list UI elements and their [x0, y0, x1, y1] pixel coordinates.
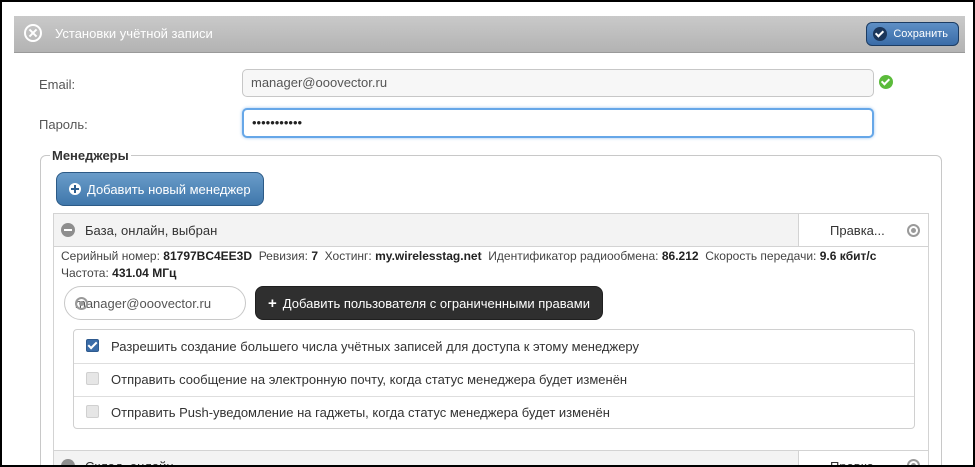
manager-edit-menu[interactable]: Правка... — [798, 451, 928, 467]
password-field[interactable]: ••••••••••• — [242, 108, 874, 138]
valid-check-icon — [879, 75, 893, 89]
hosting-label: Хостинг: — [324, 249, 372, 263]
manager-header[interactable]: База, онлайн, выбран Правка... — [54, 214, 928, 247]
gear-icon[interactable] — [75, 297, 88, 310]
save-button[interactable]: Сохранить — [866, 22, 959, 46]
save-button-label: Сохранить — [893, 28, 948, 40]
check-icon — [873, 27, 888, 41]
edit-label: Правка... — [830, 459, 885, 467]
serial-value: 81797BC4EE3D — [163, 249, 253, 263]
frequency-value: 431.04 МГц — [112, 266, 177, 280]
checkbox[interactable] — [86, 339, 99, 352]
gear-icon[interactable] — [907, 224, 920, 237]
add-manager-button[interactable]: Добавить новый менеджер — [56, 172, 264, 206]
account-settings-dialog: Установки учётной записи Сохранить Email… — [0, 0, 975, 467]
password-label: Пароль: — [39, 117, 88, 132]
manager-edit-menu[interactable]: Правка... — [798, 214, 928, 246]
close-icon[interactable] — [24, 24, 42, 42]
option-row[interactable]: Разрешить создание большего числа учётны… — [74, 330, 914, 364]
radio-id-label: Идентификатор радиообмена: — [488, 249, 659, 263]
email-field[interactable]: manager@ooovector.ru — [242, 69, 874, 97]
collapse-icon[interactable] — [61, 223, 75, 237]
manager-details: Серийный номер: 81797BC4EE3D Ревизия: 7 … — [61, 248, 927, 282]
user-email: manager@ooovector.ru — [75, 296, 212, 311]
add-limited-user-label: Добавить пользователя с ограниченными пр… — [282, 295, 590, 311]
frequency-label: Частота: — [61, 266, 109, 280]
add-manager-label: Добавить новый менеджер — [87, 181, 251, 197]
checkbox[interactable] — [86, 405, 99, 418]
serial-label: Серийный номер: — [61, 249, 160, 263]
user-pill[interactable]: manager@ooovector.ru — [64, 286, 246, 320]
option-row[interactable]: Отправить Push-уведомление на гаджеты, к… — [74, 396, 914, 429]
email-label: Email: — [39, 77, 76, 92]
manager-header[interactable]: Склад, онлайн Правка... — [54, 450, 928, 467]
managers-legend: Менеджеры — [50, 148, 131, 163]
option-label: Отправить сообщение на электронную почту… — [111, 372, 628, 387]
revision-label: Ревизия: — [258, 249, 308, 263]
plus-icon — [268, 295, 277, 312]
option-row[interactable]: Отправить сообщение на электронную почту… — [74, 363, 914, 397]
manager-name: Склад, онлайн — [85, 459, 174, 467]
add-limited-user-button[interactable]: Добавить пользователя с ограниченными пр… — [255, 286, 603, 320]
hosting-value: my.wirelesstag.net — [375, 249, 482, 263]
option-label: Отправить Push-уведомление на гаджеты, к… — [111, 405, 610, 420]
dialog-title: Установки учётной записи — [55, 26, 213, 41]
edit-label: Правка... — [830, 223, 885, 238]
expand-icon[interactable] — [61, 459, 75, 465]
gear-icon[interactable] — [907, 459, 920, 465]
option-label: Разрешить создание большего числа учётны… — [111, 339, 640, 354]
revision-value: 7 — [311, 249, 318, 263]
plus-icon — [69, 183, 81, 195]
manager-options: Разрешить создание большего числа учётны… — [73, 329, 915, 429]
manager-name: База, онлайн, выбран — [85, 223, 218, 238]
radio-id-value: 86.212 — [661, 249, 699, 263]
speed-label: Скорость передачи: — [705, 249, 817, 263]
checkbox[interactable] — [86, 372, 99, 385]
dialog-titlebar: Установки учётной записи Сохранить — [14, 16, 965, 53]
speed-value: 9.6 кбит/с — [819, 249, 877, 263]
